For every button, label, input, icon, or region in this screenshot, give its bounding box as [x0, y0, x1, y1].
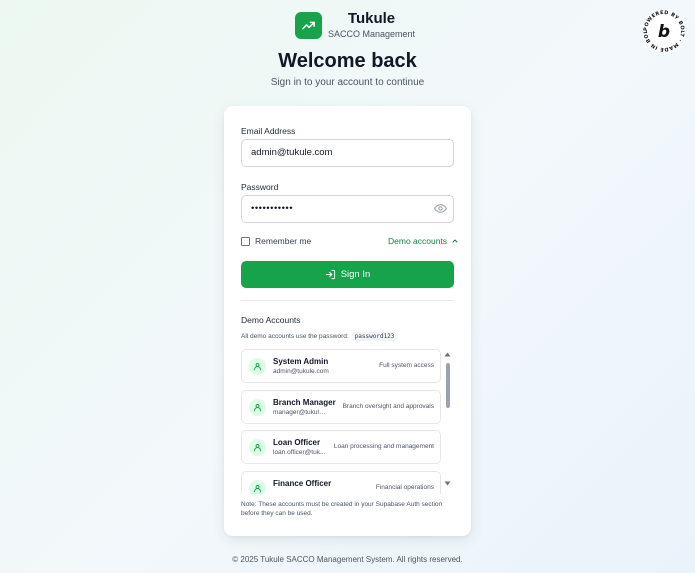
remember-checkbox[interactable]: [241, 236, 250, 246]
login-card: Email Address admin@tukule.com Password …: [224, 106, 471, 536]
account-description: Financial operations: [375, 484, 434, 491]
user-icon: [249, 480, 266, 494]
account-description: Full system access: [379, 362, 434, 369]
bolt-badge[interactable]: POWERED BY BOLT · MADE IN BOLT · b: [640, 5, 686, 53]
user-icon: [249, 358, 266, 375]
account-name: System Admin: [273, 357, 329, 366]
account-email: admin@tukule.com: [273, 368, 329, 375]
scroll-up-arrow[interactable]: [444, 352, 451, 357]
user-icon: [249, 399, 266, 416]
eye-icon[interactable]: [434, 202, 448, 216]
demo-password-code: password123: [351, 332, 398, 341]
demo-account-item[interactable]: Loan Officer loan.officer@tuk... Loan pr…: [241, 430, 441, 464]
badge-letter: b: [658, 22, 670, 42]
log-in-icon: [325, 269, 335, 280]
email-label: Email Address: [241, 126, 296, 136]
account-email: loan.officer@tuk...: [273, 449, 326, 456]
account-email: manager@tukule.c...: [273, 409, 329, 416]
demo-accounts-toggle[interactable]: Demo accounts: [388, 236, 459, 246]
trending-up-icon: [295, 11, 322, 39]
scroll-down-arrow[interactable]: [444, 481, 451, 486]
scrollbar-thumb[interactable]: [446, 363, 450, 408]
demo-account-item[interactable]: Finance Officer Financial operations: [241, 471, 441, 494]
brand-header: Tukule SACCO Management: [295, 10, 415, 40]
account-name: Branch Manager: [273, 398, 336, 407]
brand-name: Tukule: [347, 10, 396, 27]
account-description: Loan processing and management: [333, 443, 434, 450]
page-subtitle: Sign in to your account to continue: [270, 77, 425, 88]
account-name: Finance Officer: [273, 479, 332, 488]
demo-toggle-label: Demo accounts: [388, 236, 448, 246]
password-label: Password: [241, 182, 279, 192]
email-field[interactable]: admin@tukule.com: [241, 139, 454, 167]
sign-in-label: Sign In: [340, 269, 371, 280]
demo-account-item[interactable]: System Admin admin@tukule.com Full syste…: [241, 349, 441, 383]
account-name: Loan Officer: [273, 438, 321, 447]
remember-me[interactable]: Remember me: [241, 236, 311, 246]
demo-accounts-title: Demo Accounts: [241, 315, 301, 325]
demo-accounts-footnote: Note: These accounts must be created in …: [241, 501, 443, 517]
demo-accounts-note: All demo accounts use the password: pass…: [241, 332, 398, 341]
demo-account-item[interactable]: Branch Manager manager@tukule.c... Branc…: [241, 390, 441, 424]
bolt-badge-logo: POWERED BY BOLT · MADE IN BOLT · b: [640, 5, 685, 52]
sign-in-button[interactable]: Sign In: [241, 261, 454, 288]
footer-copyright: © 2025 Tukule SACCO Management System. A…: [232, 555, 463, 564]
account-description: Branch oversight and approvals: [342, 403, 434, 410]
user-icon: [249, 439, 266, 456]
chevron-up-icon: [452, 239, 458, 243]
remember-label: Remember me: [255, 236, 312, 246]
brand-subtitle: SACCO Management: [328, 29, 416, 39]
page-title: Welcome back: [278, 50, 417, 72]
divider: [241, 300, 454, 301]
demo-note-text: All demo accounts use the password:: [241, 333, 349, 340]
demo-accounts-list[interactable]: System Admin admin@tukule.com Full syste…: [241, 349, 456, 494]
password-field[interactable]: •••••••••••: [241, 195, 454, 223]
